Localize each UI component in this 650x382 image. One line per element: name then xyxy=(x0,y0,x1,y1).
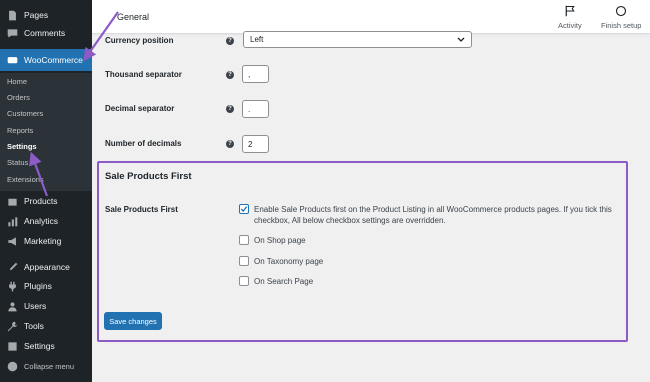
currency-position-label: Currency position xyxy=(105,36,174,45)
on-search-page-label: On Search Page xyxy=(254,277,314,286)
thousand-separator-input[interactable]: , xyxy=(242,65,269,83)
enable-sale-products-checkbox[interactable] xyxy=(239,204,249,214)
save-changes-button[interactable]: Save changes xyxy=(104,312,162,330)
submenu-item-status[interactable]: Status xyxy=(7,158,28,167)
on-taxonomy-page-label: On Taxonomy page xyxy=(254,257,324,266)
collapse-menu-button[interactable]: Collapse menu xyxy=(0,356,92,376)
on-search-page-checkbox[interactable] xyxy=(239,276,249,286)
enable-sale-products-label: Enable Sale Products first on the Produc… xyxy=(254,205,612,225)
help-icon[interactable]: ? xyxy=(226,37,234,45)
currency-position-select[interactable]: Left xyxy=(243,31,472,48)
sidebar-item-plugins[interactable]: Plugins xyxy=(0,276,92,296)
appearance-icon xyxy=(5,260,19,274)
page-title: General xyxy=(117,12,150,22)
checkmark-icon xyxy=(240,206,248,212)
highlight-box xyxy=(97,161,628,342)
analytics-icon xyxy=(5,214,19,228)
sidebar-item-marketing[interactable]: Marketing xyxy=(0,231,92,251)
sidebar-item-label: Plugins xyxy=(24,281,52,291)
sidebar-item-appearance[interactable]: Appearance xyxy=(0,257,92,277)
plugins-icon xyxy=(5,279,19,293)
finish-setup-button[interactable]: Finish setup xyxy=(601,5,641,30)
sidebar-item-pages[interactable]: Pages xyxy=(0,5,92,25)
section-title: Sale Products First xyxy=(105,171,192,182)
users-icon xyxy=(5,299,19,313)
sidebar-item-label: Users xyxy=(24,301,47,311)
on-taxonomy-page-checkbox[interactable] xyxy=(239,256,249,266)
products-icon xyxy=(5,194,19,208)
sidebar-item-comments[interactable]: Comments xyxy=(0,23,92,43)
decimal-separator-input[interactable]: . xyxy=(242,100,269,118)
decimal-separator-label: Decimal separator xyxy=(105,104,175,113)
collapse-icon xyxy=(5,359,19,373)
flag-icon xyxy=(565,5,575,17)
sidebar-item-label: Tools xyxy=(24,321,44,331)
help-icon[interactable]: ? xyxy=(226,105,234,113)
pages-icon xyxy=(5,8,19,22)
comments-icon xyxy=(5,26,19,40)
woocommerce-submenu: Home Orders Customers Reports Settings S… xyxy=(0,73,92,191)
sidebar-item-users[interactable]: Users xyxy=(0,296,92,316)
sidebar-item-woocommerce[interactable]: WooCommerce xyxy=(0,49,92,71)
top-header-bar: General Activity Finish setup xyxy=(92,0,650,34)
chevron-down-icon xyxy=(457,37,465,42)
admin-sidebar: Pages Comments WooCommerce Home Orders C… xyxy=(0,0,92,382)
marketing-icon xyxy=(5,234,19,248)
progress-circle-icon xyxy=(616,5,627,17)
number-of-decimals-label: Number of decimals xyxy=(105,139,182,148)
on-shop-page-checkbox[interactable] xyxy=(239,235,249,245)
sidebar-item-label: Marketing xyxy=(24,236,62,246)
sidebar-item-label: Pages xyxy=(24,10,49,20)
help-icon[interactable]: ? xyxy=(226,71,234,79)
submenu-item-orders[interactable]: Orders xyxy=(7,93,30,102)
sidebar-item-label: Products xyxy=(24,196,58,206)
submenu-item-reports[interactable]: Reports xyxy=(7,126,33,135)
sidebar-item-label: Appearance xyxy=(24,262,70,272)
on-shop-page-label: On Shop page xyxy=(254,236,306,245)
sale-products-row-label: Sale Products First xyxy=(105,205,178,214)
woocommerce-icon xyxy=(5,53,19,67)
sidebar-item-label: WooCommerce xyxy=(24,55,83,65)
sidebar-item-label: Collapse menu xyxy=(24,361,75,371)
submenu-item-extensions[interactable]: Extensions xyxy=(7,175,44,184)
thousand-separator-label: Thousand separator xyxy=(105,70,182,79)
sidebar-item-products[interactable]: Products xyxy=(0,191,92,211)
sidebar-item-analytics[interactable]: Analytics xyxy=(0,211,92,231)
tools-icon xyxy=(5,319,19,333)
activity-label: Activity xyxy=(558,21,582,30)
submenu-item-customers[interactable]: Customers xyxy=(7,109,43,118)
submenu-item-settings[interactable]: Settings xyxy=(7,142,37,151)
help-icon[interactable]: ? xyxy=(226,140,234,148)
sidebar-item-label: Settings xyxy=(24,341,55,351)
activity-button[interactable]: Activity xyxy=(558,5,582,30)
sidebar-item-label: Analytics xyxy=(24,216,59,226)
submenu-item-home[interactable]: Home xyxy=(7,77,27,86)
sidebar-item-tools[interactable]: Tools xyxy=(0,316,92,336)
finish-setup-label: Finish setup xyxy=(601,21,642,30)
sidebar-item-label: Comments xyxy=(24,28,66,38)
number-of-decimals-input[interactable]: 2 xyxy=(242,135,269,153)
sidebar-item-settings[interactable]: Settings xyxy=(0,336,92,356)
settings-icon xyxy=(5,339,19,353)
currency-position-value: Left xyxy=(250,35,264,44)
